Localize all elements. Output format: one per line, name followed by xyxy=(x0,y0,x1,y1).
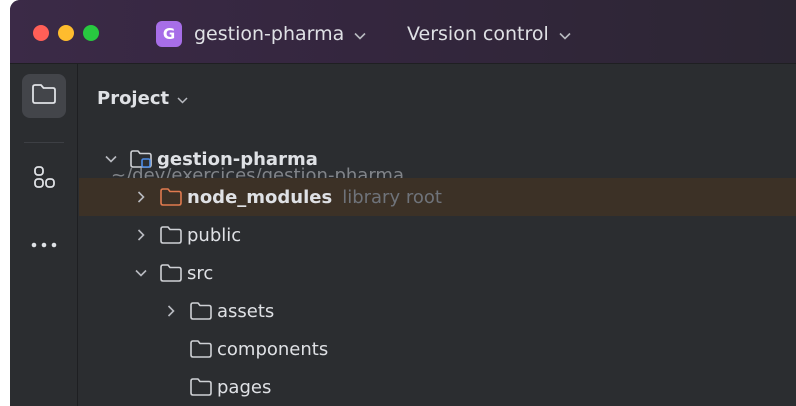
chevron-down-icon xyxy=(354,23,366,45)
chevron-down-icon xyxy=(177,90,188,108)
more-icon xyxy=(31,233,57,252)
tree-item-label: node_modules xyxy=(187,186,333,208)
tree-row-components[interactable]: components xyxy=(79,330,796,368)
excluded-folder-icon xyxy=(159,187,183,207)
project-badge: G xyxy=(156,21,182,47)
project-tool-button[interactable] xyxy=(22,74,66,118)
folder-icon xyxy=(189,301,213,321)
panel-title: Project xyxy=(97,88,170,109)
project-name: gestion-pharma xyxy=(194,23,345,45)
folder-icon xyxy=(159,263,183,283)
chevron-down-icon[interactable] xyxy=(131,269,151,277)
tree-item-label: public xyxy=(187,224,242,246)
more-tool-windows-button[interactable] xyxy=(22,220,66,264)
version-control-label: Version control xyxy=(407,23,549,45)
tree-item-label: pages xyxy=(217,376,272,398)
tree-item-label: assets xyxy=(217,300,275,322)
minimize-window-button[interactable] xyxy=(58,25,74,41)
project-tree: gestion-pharma ~/dev/exercices/gestion-p… xyxy=(79,140,796,406)
chevron-down-icon[interactable] xyxy=(101,155,121,163)
folder-icon xyxy=(159,225,183,245)
zoom-window-button[interactable] xyxy=(83,25,99,41)
tree-item-label: components xyxy=(217,338,329,360)
structure-icon xyxy=(32,165,56,195)
tool-window-rail xyxy=(10,64,78,406)
project-switcher[interactable]: gestion-pharma xyxy=(194,19,366,49)
folder-icon xyxy=(31,83,57,109)
project-panel: Project gestion-pharma ~/dev/exercices/g… xyxy=(79,64,796,406)
tree-row-assets[interactable]: assets xyxy=(79,292,796,330)
ide-window: G gestion-pharma Version control Project… xyxy=(10,0,796,406)
folder-icon xyxy=(189,339,213,359)
tree-row-pages[interactable]: pages xyxy=(79,368,796,406)
project-view-selector[interactable]: Project xyxy=(97,88,188,109)
tree-row-src[interactable]: src xyxy=(79,254,796,292)
tree-row-public[interactable]: public xyxy=(79,216,796,254)
folder-icon xyxy=(189,377,213,397)
chevron-right-icon[interactable] xyxy=(161,305,181,317)
structure-tool-button[interactable] xyxy=(22,158,66,202)
version-control-menu[interactable]: Version control xyxy=(407,19,571,49)
chevron-right-icon[interactable] xyxy=(131,191,151,203)
chevron-down-icon xyxy=(559,23,571,45)
tree-item-label: src xyxy=(187,262,214,284)
rail-divider xyxy=(24,142,64,143)
close-window-button[interactable] xyxy=(33,25,49,41)
title-bar: G gestion-pharma Version control xyxy=(10,0,796,64)
tree-row-root[interactable]: gestion-pharma ~/dev/exercices/gestion-p… xyxy=(79,140,796,186)
tree-row-node-modules[interactable]: node_modules library root xyxy=(79,178,796,216)
chevron-right-icon[interactable] xyxy=(131,229,151,241)
tree-item-hint: library root xyxy=(342,186,442,208)
